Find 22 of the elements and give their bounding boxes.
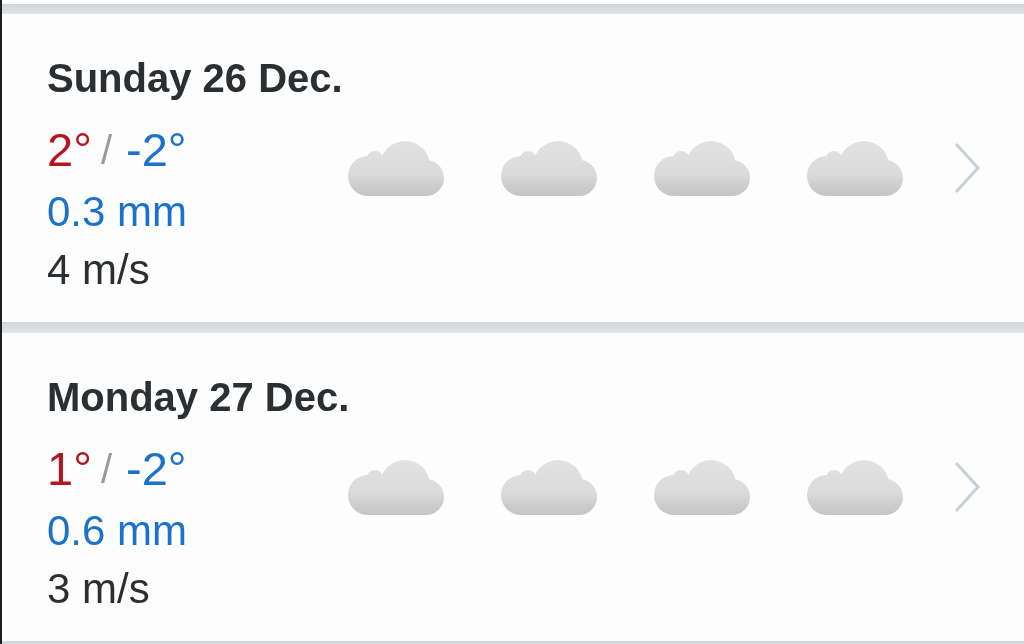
temperature-separator: / — [100, 127, 113, 174]
chevron-right-icon — [953, 461, 981, 513]
high-temperature: 1° — [47, 441, 92, 497]
cloud-icon — [654, 459, 751, 515]
cloud-icon — [807, 459, 904, 515]
precipitation-amount: 0.3 mm — [47, 187, 188, 237]
cloud-icon — [348, 140, 445, 196]
cloud-icon — [807, 140, 904, 196]
cloud-icon — [501, 140, 598, 196]
chevron-right-icon — [953, 142, 981, 194]
precipitation-amount: 0.6 mm — [47, 506, 188, 556]
day-date: Monday 27 Dec. — [47, 374, 350, 421]
cloud-icon — [348, 459, 445, 515]
temperature-separator: / — [100, 446, 113, 493]
day-date: Sunday 26 Dec. — [47, 55, 343, 102]
cloud-icon — [501, 459, 598, 515]
low-temperature: -2° — [126, 122, 187, 178]
high-temperature: 2° — [47, 122, 92, 178]
cloud-icon — [654, 140, 751, 196]
low-temperature: -2° — [126, 441, 187, 497]
wind-speed: 4 m/s — [47, 245, 150, 295]
wind-speed: 3 m/s — [47, 564, 150, 614]
